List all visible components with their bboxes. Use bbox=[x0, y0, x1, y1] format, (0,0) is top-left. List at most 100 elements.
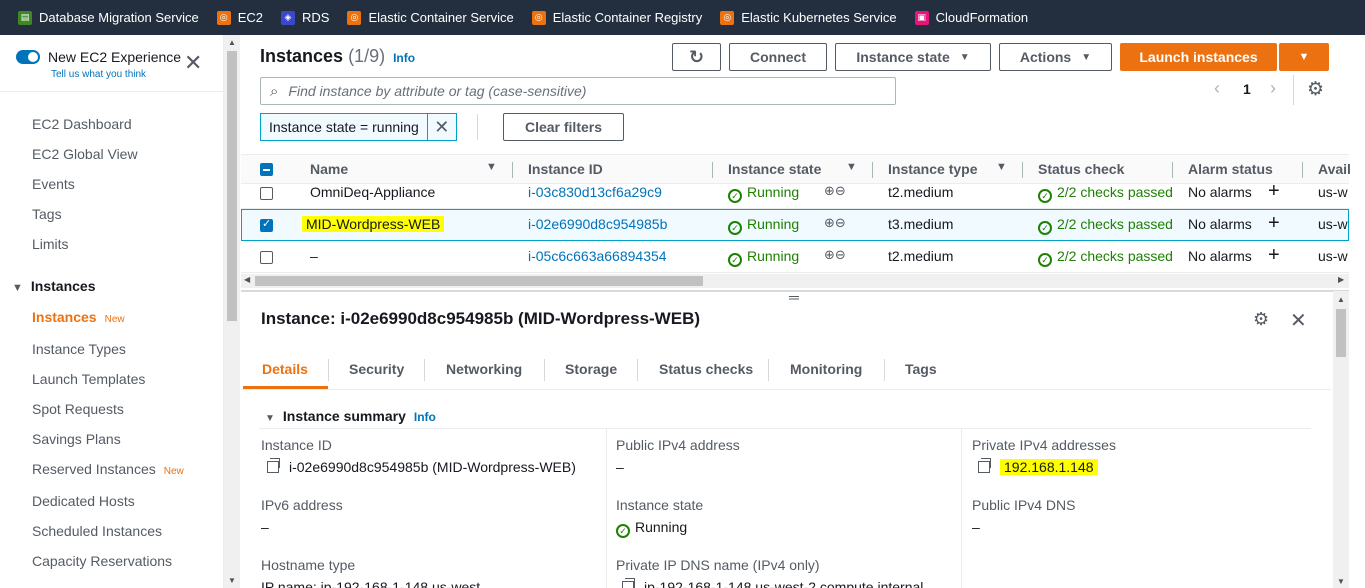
tab-networking[interactable]: Networking bbox=[446, 361, 522, 377]
sidebar-item-spot-requests[interactable]: Spot Requests bbox=[32, 401, 124, 417]
table-horizontal-scrollbar[interactable]: ◀ ▶ bbox=[241, 274, 1349, 288]
col-instance-id[interactable]: Instance ID bbox=[528, 161, 603, 177]
sidebar-item-limits[interactable]: Limits bbox=[32, 236, 69, 252]
copy-icon[interactable] bbox=[978, 458, 991, 473]
add-alarm-icon[interactable]: + bbox=[1268, 212, 1280, 235]
fav-ec2[interactable]: ◎ EC2 bbox=[216, 10, 263, 25]
col-instance-state[interactable]: Instance state bbox=[728, 161, 821, 177]
close-icon[interactable]: ✕ bbox=[184, 52, 202, 74]
col-status-check[interactable]: Status check bbox=[1038, 161, 1124, 177]
copy-icon[interactable] bbox=[267, 458, 280, 473]
select-all-checkbox[interactable] bbox=[260, 163, 273, 176]
active-tab-indicator bbox=[243, 386, 328, 389]
table-row[interactable]: MID-Wordpress-WEB i-02e6990d8c954985b ✓R… bbox=[241, 209, 1349, 241]
scroll-left-icon[interactable]: ◀ bbox=[244, 275, 250, 284]
sort-desc-icon[interactable]: ▼ bbox=[486, 161, 497, 173]
settings-gear-icon[interactable]: ⚙ bbox=[1253, 309, 1269, 330]
sidebar-item-global-view[interactable]: EC2 Global View bbox=[32, 146, 138, 162]
scroll-down-icon[interactable]: ▼ bbox=[1337, 577, 1345, 586]
row-checkbox[interactable] bbox=[260, 187, 273, 200]
fav-eks[interactable]: ◎ Elastic Kubernetes Service bbox=[720, 10, 897, 25]
instance-id-link[interactable]: i-03c830d13cf6a29c9 bbox=[528, 184, 662, 200]
row-checkbox[interactable] bbox=[260, 251, 273, 264]
info-link[interactable]: Info bbox=[414, 410, 436, 424]
tab-status-checks[interactable]: Status checks bbox=[659, 361, 753, 377]
zoom-in-out-icon[interactable]: ⊕⊖ bbox=[824, 183, 846, 199]
sidebar-item-launch-templates[interactable]: Launch Templates bbox=[32, 371, 145, 387]
dms-icon: ▤ bbox=[18, 10, 32, 25]
tab-details[interactable]: Details bbox=[262, 361, 308, 377]
column-divider bbox=[606, 428, 607, 588]
close-icon[interactable]: ✕ bbox=[1290, 308, 1307, 333]
sidebar-item-events[interactable]: Events bbox=[32, 176, 75, 192]
table-row[interactable]: – i-05c6c663a66894354 ✓ Running ⊕⊖ t2.med… bbox=[241, 241, 1349, 273]
instance-summary-header[interactable]: ▼ Instance summary Info bbox=[265, 408, 436, 424]
scroll-up-icon[interactable]: ▲ bbox=[1337, 295, 1345, 304]
new-experience-label: New EC2 Experience bbox=[48, 49, 182, 65]
scroll-up-icon[interactable]: ▲ bbox=[228, 38, 236, 47]
sidebar-item-scheduled-instances[interactable]: Scheduled Instances bbox=[32, 523, 162, 539]
row-checkbox[interactable] bbox=[260, 217, 273, 232]
scrollbar-thumb[interactable] bbox=[255, 276, 703, 286]
fav-ecr[interactable]: ◎ Elastic Container Registry bbox=[531, 10, 702, 25]
sidebar-item-dedicated-hosts[interactable]: Dedicated Hosts bbox=[32, 493, 135, 509]
tab-storage[interactable]: Storage bbox=[565, 361, 617, 377]
zoom-in-out-icon[interactable]: ⊕⊖ bbox=[824, 215, 846, 231]
sidebar-item-capacity-reservations[interactable]: Capacity Reservations bbox=[32, 553, 172, 569]
instance-state-dropdown[interactable]: Instance state ▼ bbox=[835, 43, 991, 71]
launch-options-button[interactable]: ▼ bbox=[1279, 43, 1329, 71]
sidebar-item-reserved-instances[interactable]: Reserved Instances New bbox=[32, 461, 184, 477]
col-alarm-status[interactable]: Alarm status bbox=[1188, 161, 1273, 177]
scroll-right-icon[interactable]: ▶ bbox=[1338, 275, 1344, 284]
sidebar-scrollbar[interactable]: ▲ ▼ bbox=[224, 35, 240, 588]
next-page-icon[interactable]: › bbox=[1270, 78, 1276, 99]
sidebar-item-savings-plans[interactable]: Savings Plans bbox=[32, 431, 121, 447]
alarm-status: No alarms bbox=[1188, 216, 1252, 232]
instance-id-link[interactable]: i-05c6c663a66894354 bbox=[528, 248, 667, 264]
info-link[interactable]: Info bbox=[393, 51, 415, 65]
tab-tags[interactable]: Tags bbox=[905, 361, 937, 377]
scrollbar-thumb[interactable] bbox=[1336, 309, 1346, 357]
add-alarm-icon[interactable]: + bbox=[1268, 244, 1280, 267]
zoom-in-out-icon[interactable]: ⊕⊖ bbox=[824, 247, 846, 263]
copy-icon[interactable] bbox=[622, 578, 635, 588]
fav-rds[interactable]: ◈ RDS bbox=[281, 10, 329, 25]
new-experience-toggle[interactable] bbox=[16, 50, 40, 64]
divider bbox=[259, 428, 1311, 429]
instance-id-value: i-02e6990d8c954985b (MID-Wordpress-WEB) bbox=[267, 458, 576, 475]
sidebar-item-ec2-dashboard[interactable]: EC2 Dashboard bbox=[32, 116, 132, 132]
instance-name: – bbox=[310, 248, 318, 264]
prev-page-icon[interactable]: ‹ bbox=[1214, 78, 1220, 99]
feedback-link[interactable]: Tell us what you think bbox=[51, 69, 146, 80]
search-input[interactable]: ⌕ Find instance by attribute or tag (cas… bbox=[260, 77, 896, 105]
col-availability-zone[interactable]: Avail bbox=[1318, 161, 1351, 177]
sidebar-item-instance-types[interactable]: Instance Types bbox=[32, 341, 126, 357]
tab-monitoring[interactable]: Monitoring bbox=[790, 361, 862, 377]
instance-id-link[interactable]: i-02e6990d8c954985b bbox=[528, 216, 667, 232]
actions-dropdown[interactable]: Actions ▼ bbox=[999, 43, 1112, 71]
fav-ecs[interactable]: ◎ Elastic Container Service bbox=[347, 10, 514, 25]
tab-security[interactable]: Security bbox=[349, 361, 404, 377]
fav-cloudformation[interactable]: ▣ CloudFormation bbox=[914, 10, 1028, 25]
table-row[interactable]: OmniDeq-Appliance i-03c830d13cf6a29c9 ✓ R… bbox=[241, 177, 1349, 209]
sort-desc-icon[interactable]: ▼ bbox=[996, 161, 1007, 173]
sidebar-item-tags[interactable]: Tags bbox=[32, 206, 62, 222]
sort-desc-icon[interactable]: ▼ bbox=[846, 161, 857, 173]
connect-button[interactable]: Connect bbox=[729, 43, 827, 71]
sidebar-item-instances[interactable]: Instances New bbox=[32, 309, 125, 325]
drag-handle-icon[interactable]: ═ bbox=[789, 290, 799, 304]
clear-filters-button[interactable]: Clear filters bbox=[503, 113, 624, 141]
scrollbar-thumb[interactable] bbox=[227, 51, 237, 321]
scroll-down-icon[interactable]: ▼ bbox=[228, 576, 236, 585]
refresh-button[interactable]: ↻ bbox=[672, 43, 721, 71]
add-alarm-icon[interactable]: + bbox=[1268, 180, 1280, 203]
col-instance-type[interactable]: Instance type bbox=[888, 161, 977, 177]
launch-instances-button[interactable]: Launch instances bbox=[1120, 43, 1277, 71]
col-name[interactable]: Name bbox=[310, 161, 348, 177]
sidebar-section-instances[interactable]: ▼ Instances bbox=[12, 278, 95, 294]
fav-dms[interactable]: ▤ Database Migration Service bbox=[18, 10, 199, 25]
remove-filter-icon[interactable]: ✕ bbox=[428, 114, 456, 140]
settings-gear-icon[interactable]: ⚙ bbox=[1307, 78, 1324, 101]
detail-scrollbar[interactable]: ▲ ▼ bbox=[1333, 291, 1349, 588]
page-number[interactable]: 1 bbox=[1243, 81, 1251, 97]
